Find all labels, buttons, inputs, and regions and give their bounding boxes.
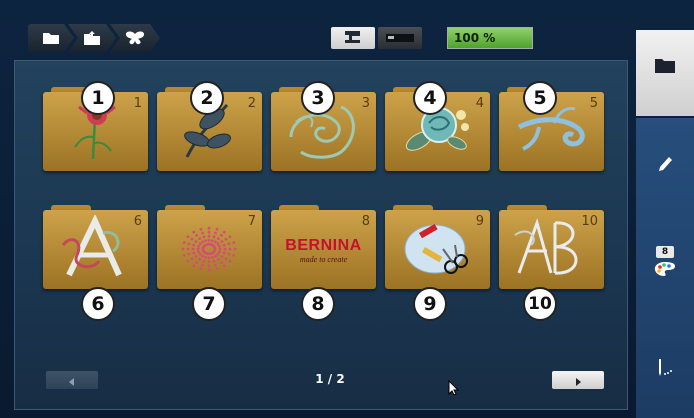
- progress-indicator: 100 %: [447, 27, 533, 49]
- palette-icon: [654, 261, 676, 281]
- bernina-logo-text: BERNINA: [285, 237, 362, 254]
- folder-6[interactable]: 6: [43, 205, 148, 289]
- folder-icon: [655, 58, 675, 77]
- folder-badge: 9: [413, 287, 447, 321]
- embroidery-screen: 100 % 8 1 2 3 4 5 6 7 BERNINA made to cr…: [0, 0, 694, 418]
- folder-icon: [43, 32, 59, 44]
- arrow-left-icon: [68, 371, 76, 390]
- folder-badge: 8: [301, 287, 335, 321]
- breadcrumb: [28, 24, 154, 52]
- folder-badge: 5: [523, 81, 557, 115]
- folder-number: 1: [133, 96, 142, 111]
- embroidery-mode-button[interactable]: [378, 27, 422, 49]
- folder-7[interactable]: 7: [157, 205, 262, 289]
- folder-number: 9: [475, 214, 484, 229]
- bernina-logo-subtext: made to create: [299, 255, 348, 264]
- bernina-logo: BERNINA made to create: [281, 215, 366, 281]
- sewing-machine-icon: [344, 29, 362, 48]
- stitch-button[interactable]: [636, 358, 694, 382]
- folder-number: 7: [247, 214, 256, 229]
- butterfly-icon: [125, 31, 145, 45]
- folder-badge: 2: [190, 81, 224, 115]
- progress-label: 100 %: [454, 31, 496, 45]
- folder-upload-icon: [84, 31, 100, 45]
- folder-badge: 7: [192, 287, 226, 321]
- folder-9[interactable]: 9: [385, 205, 490, 289]
- prev-page-button[interactable]: [46, 371, 98, 389]
- sewing-tools-icon: [395, 215, 480, 281]
- folder-number: 10: [581, 214, 598, 229]
- folder-number: 6: [133, 214, 142, 229]
- folder-badge: 3: [301, 81, 335, 115]
- monogram-a-embroidery-icon: [53, 213, 138, 281]
- folder-badge: 1: [81, 81, 115, 115]
- folder-badge: 6: [81, 287, 115, 321]
- folder-number: 2: [247, 96, 256, 111]
- folder-number: 3: [361, 96, 370, 111]
- breadcrumb-folder[interactable]: [28, 24, 74, 52]
- sidebar-top-button[interactable]: [636, 30, 694, 116]
- folder-number: 5: [589, 96, 598, 111]
- dot-burst-embroidery-icon: [167, 215, 252, 281]
- needle-icon: [655, 358, 675, 382]
- arrow-right-icon: [574, 371, 582, 390]
- color-button[interactable]: 8: [636, 246, 694, 281]
- folder-number: 8: [361, 214, 370, 229]
- breadcrumb-upload[interactable]: [68, 24, 116, 52]
- sewing-mode-button[interactable]: [331, 27, 375, 49]
- folder-number: 4: [475, 96, 484, 111]
- folder-10[interactable]: 10: [499, 205, 604, 289]
- page-indicator: 1 / 2: [315, 372, 345, 386]
- edit-button[interactable]: [636, 156, 694, 178]
- embroidery-module-icon: [385, 29, 415, 48]
- breadcrumb-butterfly[interactable]: [110, 24, 160, 52]
- next-page-button[interactable]: [552, 371, 604, 389]
- sidebar: 8: [636, 118, 694, 418]
- color-count-badge: 8: [656, 246, 674, 258]
- mouse-cursor-icon: [448, 379, 460, 400]
- pencil-icon: [657, 156, 673, 178]
- folder-badge: 4: [413, 81, 447, 115]
- folder-badge: 10: [523, 287, 557, 321]
- folder-8[interactable]: BERNINA made to create 8: [271, 205, 376, 289]
